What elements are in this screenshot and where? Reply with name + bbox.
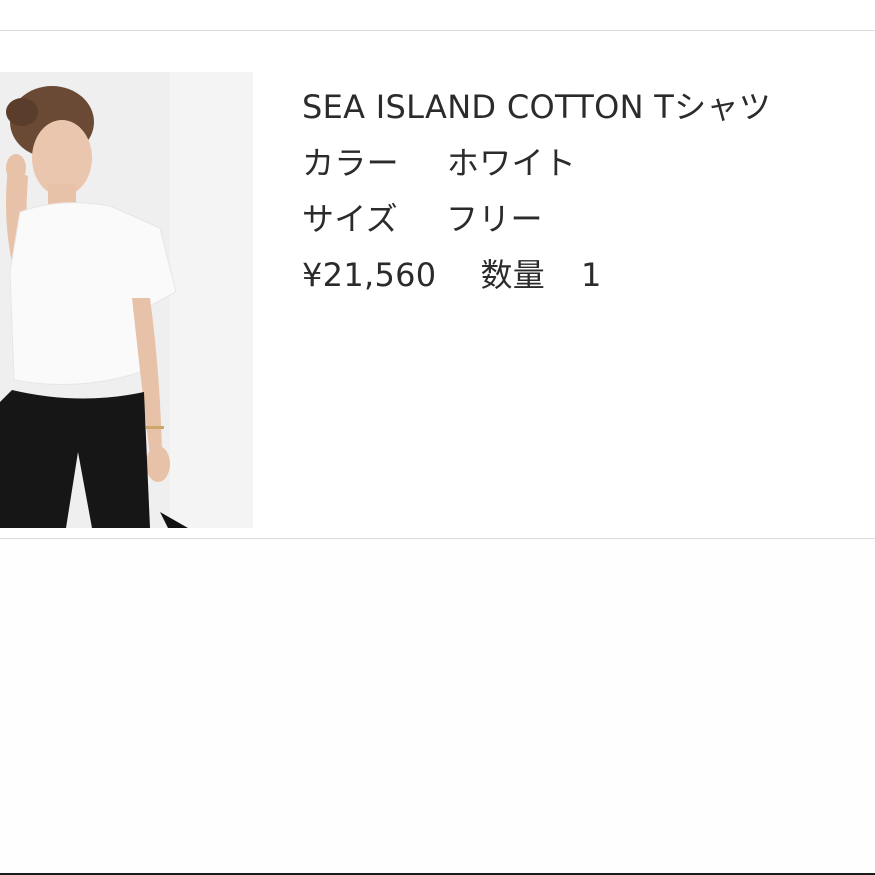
blank-area: [0, 539, 875, 873]
size-row: サイズ フリー: [302, 191, 862, 247]
price: ¥21,560: [302, 256, 437, 294]
product-photo[interactable]: [0, 72, 253, 528]
top-strip: [0, 0, 875, 30]
quantity-value: 1: [581, 256, 602, 294]
color-label: カラー: [302, 144, 399, 182]
price-quantity-row: ¥21,560 数量 1: [302, 247, 862, 303]
quantity-label: 数量: [480, 256, 546, 294]
product-name[interactable]: SEA ISLAND COTTON Tシャツ: [302, 79, 862, 135]
order-item-card[interactable]: SEA ISLAND COTTON Tシャツ カラー ホワイト サイズ フリー ¥2…: [0, 31, 875, 538]
color-row: カラー ホワイト: [302, 135, 862, 191]
product-photo-icon: [0, 72, 253, 528]
color-value: ホワイト: [446, 144, 577, 182]
size-label: サイズ: [302, 200, 398, 238]
product-details: SEA ISLAND COTTON Tシャツ カラー ホワイト サイズ フリー ¥2…: [302, 79, 862, 303]
size-value: フリー: [445, 200, 543, 238]
